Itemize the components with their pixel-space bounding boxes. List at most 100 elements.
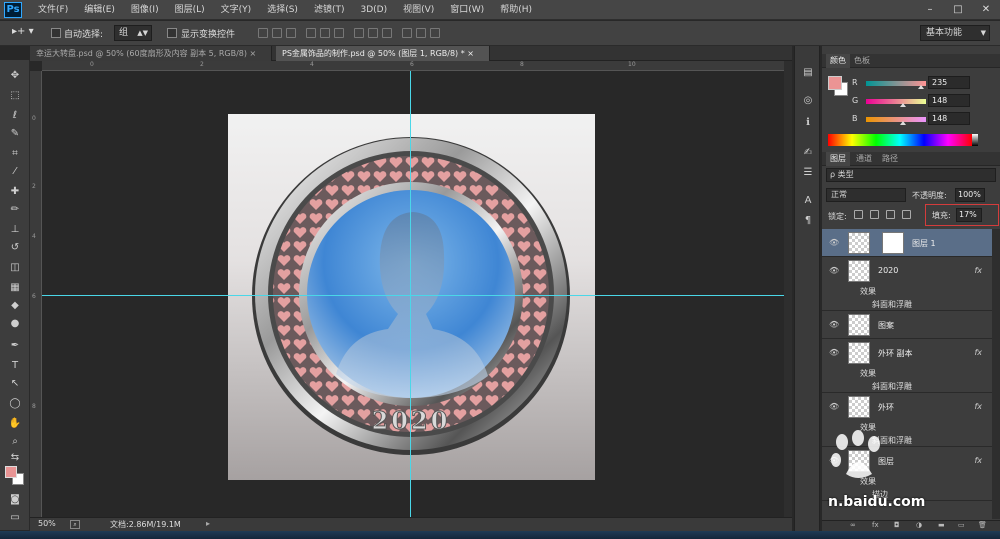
zoom-level[interactable]: 50% [38,519,56,528]
ellipse-tool-icon[interactable]: ◯ [5,396,25,411]
canvas-scrollbar[interactable] [784,61,792,517]
layer-name[interactable]: 外环 副本 [878,348,913,359]
effects-label[interactable]: 效果 [860,422,876,433]
layer-row[interactable]: 👁 图层 1 [822,229,992,257]
default-colors-icon[interactable]: ⇆ [5,450,25,465]
menu-filter[interactable]: 滤镜(T) [306,0,353,20]
tab-layers[interactable]: 图层 [826,152,850,166]
lock-transparency-icon[interactable] [854,210,863,219]
align-left-icon[interactable] [306,28,316,38]
align-top-icon[interactable] [258,28,268,38]
fx-icon[interactable]: fx [974,402,982,411]
history-brush-icon[interactable]: ↺ [5,240,25,255]
layer-row[interactable]: 👁 2020 fx 效果 斜面和浮雕 [822,257,992,311]
tab-color[interactable]: 颜色 [826,54,850,68]
align-vcenter-icon[interactable] [272,28,282,38]
lasso-tool-icon[interactable]: ℓ [5,108,25,123]
menu-help[interactable]: 帮助(H) [492,0,540,20]
vertical-guide[interactable] [410,71,411,517]
close-icon[interactable]: × [467,49,474,58]
tab-lucky-wheel[interactable]: 幸运大转盘.psd @ 50% (60度扇形及内容 副本 5, RGB/8) × [30,46,272,61]
auto-select-checkbox[interactable] [51,28,61,38]
close-icon[interactable]: × [250,49,257,58]
blur-tool-icon[interactable]: ◆ [5,298,25,313]
distribute-bottom-icon[interactable] [382,28,392,38]
red-track[interactable] [866,81,926,86]
fx-icon[interactable]: fx [974,456,982,465]
tab-swatches[interactable]: 色板 [850,54,874,68]
distribute-right-icon[interactable] [430,28,440,38]
layer-row[interactable]: 👁 外环 fx 效果 斜面和浮雕 [822,393,992,447]
layer-name[interactable]: 图案 [878,320,894,331]
actions-icon[interactable]: ◎ [800,94,816,108]
fx-icon[interactable]: fx [974,348,982,357]
foreground-color-swatch[interactable] [5,466,17,478]
distribute-top-icon[interactable] [354,28,364,38]
brush-tool-icon[interactable]: ✏ [5,202,25,217]
effects-label[interactable]: 效果 [860,368,876,379]
layer-name[interactable]: 图层 [878,456,894,467]
tab-metal-ornament[interactable]: PS金属饰品的制作.psd @ 50% (图层 1, RGB/8) * × [276,46,490,61]
layer-row[interactable]: 👁 图层 fx 效果 描边 [822,447,992,501]
distribute-vcenter-icon[interactable] [368,28,378,38]
maximize-button[interactable]: □ [944,0,972,20]
layer-name[interactable]: 图层 1 [912,238,936,249]
align-right-icon[interactable] [334,28,344,38]
eye-icon[interactable]: 👁 [829,456,839,465]
color-spectrum[interactable] [828,134,972,146]
add-style-icon[interactable]: fx [872,521,879,529]
green-handle[interactable] [900,103,906,107]
new-group-icon[interactable]: ▬ [938,521,945,529]
tab-paths[interactable]: 路径 [878,152,902,166]
healing-brush-icon[interactable]: ✚ [5,184,25,199]
adjustment-layer-icon[interactable]: ◑ [916,521,922,529]
menu-window[interactable]: 窗口(W) [442,0,492,20]
color-panel-foreground[interactable] [828,76,842,90]
minimize-button[interactable]: – [916,0,944,20]
effects-label[interactable]: 效果 [860,286,876,297]
layer-mask-thumbnail[interactable] [882,232,904,254]
new-layer-icon[interactable]: ▭ [958,521,965,529]
marquee-tool-icon[interactable]: ⬚ [5,88,25,103]
effect-stroke[interactable]: 描边 [872,489,888,500]
layer-row[interactable]: 👁 外环 副本 fx 效果 斜面和浮雕 [822,339,992,393]
character-icon[interactable]: A [800,194,816,208]
blue-value-field[interactable]: 148 [928,112,970,125]
paragraph-icon[interactable]: ¶ [800,214,816,228]
layer-filter-dropdown[interactable]: ρ 类型 [826,168,996,182]
menu-type[interactable]: 文字(Y) [213,0,260,20]
link-layers-icon[interactable]: ∞ [850,521,856,529]
gradient-tool-icon[interactable]: ▦ [5,280,25,295]
menu-image[interactable]: 图像(I) [123,0,167,20]
eye-icon[interactable]: 👁 [829,320,839,329]
red-value-field[interactable]: 235 [928,76,970,89]
lock-position-icon[interactable] [886,210,895,219]
menu-3d[interactable]: 3D(D) [352,0,395,20]
pen-tool-icon[interactable]: ✒ [5,338,25,353]
distribute-left-icon[interactable] [402,28,412,38]
menu-layer[interactable]: 图层(L) [167,0,213,20]
brush-presets-icon[interactable]: ✍ [800,146,816,160]
dodge-tool-icon[interactable]: ● [5,316,25,331]
document-canvas[interactable]: 2020 [228,114,595,480]
crop-tool-icon[interactable]: ⌗ [5,146,25,161]
blend-mode-dropdown[interactable]: 正常 [826,188,906,202]
effect-bevel[interactable]: 斜面和浮雕 [872,435,912,446]
show-transform-checkbox[interactable] [167,28,177,38]
eyedropper-tool-icon[interactable]: ⁄ [5,164,25,179]
opacity-field[interactable]: 100% [955,188,985,202]
green-track[interactable] [866,99,926,104]
delete-layer-icon[interactable]: 🗑 [978,521,987,529]
distribute-hcenter-icon[interactable] [416,28,426,38]
hand-tool-icon[interactable]: ✋ [5,416,25,431]
menu-file[interactable]: 文件(F) [30,0,76,20]
eye-icon[interactable]: 👁 [829,348,839,357]
type-tool-icon[interactable]: T [5,358,25,373]
fx-icon[interactable]: fx [974,266,982,275]
add-mask-icon[interactable]: ◘ [894,521,900,529]
effects-label[interactable]: 效果 [860,476,876,487]
auto-select-dropdown[interactable]: 组 ▲▼ [114,25,152,41]
layer-name[interactable]: 2020 [878,266,898,275]
horizontal-guide[interactable] [42,295,784,296]
menu-view[interactable]: 视图(V) [395,0,442,20]
